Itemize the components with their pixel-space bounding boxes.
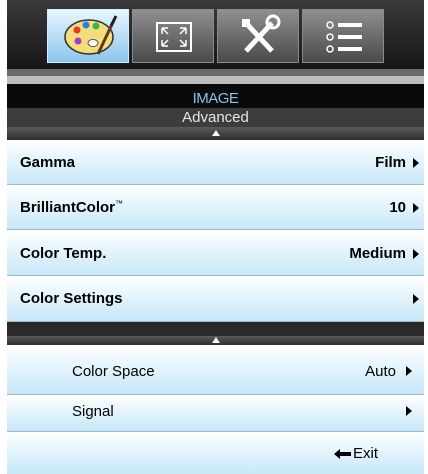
- palette-icon: [64, 15, 118, 55]
- menu-row-gamma[interactable]: Gamma Film: [7, 140, 424, 185]
- tab-options[interactable]: [302, 9, 384, 63]
- submenu-label: Color Space: [72, 363, 155, 380]
- menu-label: Gamma: [20, 154, 76, 171]
- submenu-label: Signal: [72, 403, 114, 420]
- fullscreen-icon: [156, 22, 192, 52]
- tab-divider: [7, 69, 424, 76]
- page-title: IMAGE: [192, 90, 239, 107]
- submenu-row-signal[interactable]: Signal: [7, 395, 424, 432]
- menu-row-color-temp[interactable]: Color Temp. Medium: [7, 230, 424, 276]
- menu-value: Film: [375, 154, 406, 171]
- scroll-down-button[interactable]: [7, 322, 424, 336]
- menu-label: BrilliantColor™: [20, 199, 124, 216]
- menu-row-color-settings[interactable]: Color Settings: [7, 276, 424, 322]
- page-subtitle: Advanced: [7, 108, 424, 127]
- menu-row-brilliantcolor[interactable]: BrilliantColor™ 10: [7, 185, 424, 230]
- chevron-right-icon: [413, 249, 419, 259]
- tab-display[interactable]: [132, 9, 214, 63]
- menu-label: Color Temp.: [20, 245, 107, 262]
- menu-header: IMAGE Advanced: [7, 84, 424, 127]
- trademark-symbol: ™: [115, 199, 124, 208]
- tab-setup[interactable]: [217, 9, 299, 63]
- menu-value: 10: [389, 199, 406, 216]
- return-arrow-icon: [334, 449, 351, 459]
- tools-icon: [242, 14, 281, 53]
- scroll-up-button[interactable]: [7, 127, 424, 140]
- menu-label: Color Settings: [20, 290, 123, 307]
- list-icon: [326, 21, 362, 53]
- tab-image[interactable]: [47, 9, 129, 63]
- arrow-up-icon: [211, 337, 220, 343]
- chevron-right-icon: [406, 366, 412, 376]
- chevron-right-icon: [413, 294, 419, 304]
- submenu-value: Auto: [365, 363, 396, 380]
- menu-value: Medium: [349, 245, 406, 262]
- footer: Exit: [7, 432, 424, 474]
- exit-button[interactable]: Exit: [353, 445, 378, 462]
- chevron-right-icon: [413, 158, 419, 168]
- tab-divider-light: [7, 76, 424, 84]
- arrow-up-icon: [211, 130, 220, 136]
- chevron-right-icon: [406, 406, 412, 416]
- submenu-row-color-space[interactable]: Color Space Auto: [7, 345, 424, 395]
- chevron-right-icon: [413, 203, 419, 213]
- submenu-scroll-up-button[interactable]: [7, 336, 424, 345]
- tab-bar: [7, 0, 424, 69]
